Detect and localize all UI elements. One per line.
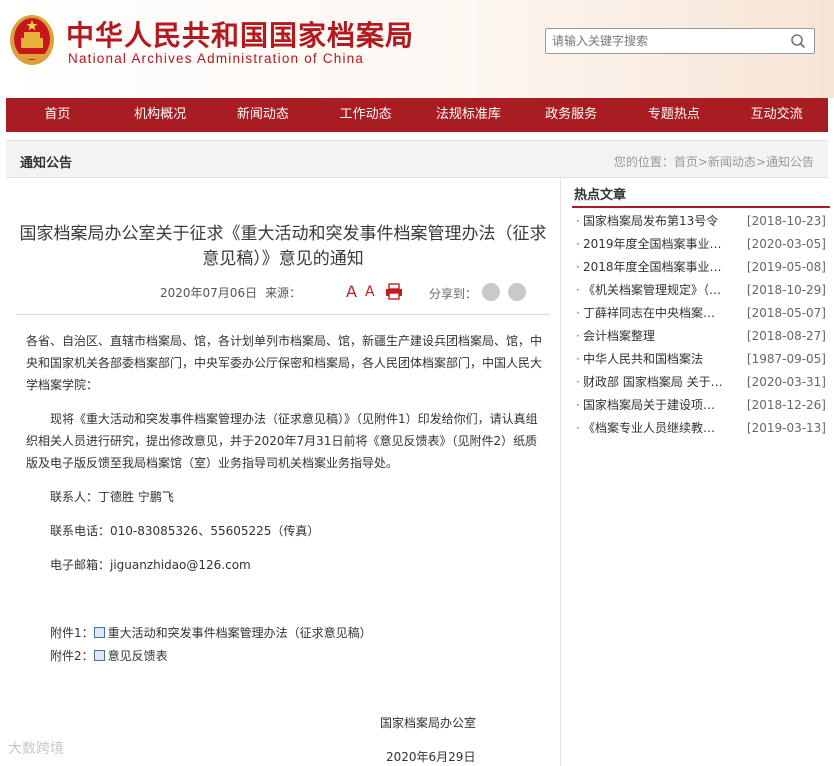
document-icon — [93, 650, 105, 661]
list-item-title[interactable]: 《机关档案管理规定》（国家 — [583, 279, 725, 302]
font-decrease-button[interactable]: A — [365, 284, 375, 300]
list-item-title[interactable]: 2018年度全国档案事业发展 — [583, 256, 725, 279]
weibo-share-icon[interactable] — [508, 283, 526, 301]
list-item-date: [2020-03-05] — [746, 237, 826, 251]
attachment-label: 附件1： — [50, 626, 94, 640]
breadcrumb-path: 您的位置：首页>新闻动态>通知公告 — [614, 153, 814, 170]
print-icon[interactable] — [385, 283, 403, 300]
list-item-date: [2019-05-08] — [746, 260, 826, 274]
bullet-icon: · — [576, 352, 580, 366]
article-paragraph: 现将《重大活动和突发事件档案管理办法（征求意见稿）》（见附件1）印发给你们，请认… — [26, 412, 538, 470]
sign-date: 2020年6月29日 — [386, 750, 476, 764]
bullet-icon: · — [576, 306, 580, 320]
list-item-title[interactable]: 财政部 国家档案局 关于规范 — [583, 371, 725, 394]
search-box — [545, 28, 815, 54]
list-item-title[interactable]: 《档案专业人员继续教育规定》 — [583, 417, 725, 440]
article-divider — [16, 314, 550, 315]
bullet-icon: · — [576, 283, 580, 297]
nav-item-news[interactable]: 新闻动态 — [212, 98, 315, 132]
breadcrumb-separator: > — [755, 155, 766, 169]
list-item-title[interactable]: 国家档案局关于建设项目档案 — [583, 394, 725, 417]
site-title-cn: 中华人民共和国国家档案局 — [66, 19, 415, 52]
nav-item-work[interactable]: 工作动态 — [314, 98, 417, 132]
attachment-2: 附件2： 意见反馈表 — [50, 647, 168, 664]
list-item-date: [2018-10-23] — [746, 214, 826, 228]
article-body: 各省、自治区、直辖市档案局、馆，各计划单列市档案局、馆，新疆生产建设兵团档案局、… — [26, 330, 546, 576]
breadcrumb-link-home[interactable]: 首页 — [674, 155, 698, 169]
article-source-label: 来源： — [265, 286, 302, 300]
article-meta: 2020年07月06日 来源： — [160, 284, 301, 301]
bullet-icon: · — [576, 421, 580, 435]
nav-item-regulations[interactable]: 法规标准库 — [417, 98, 520, 132]
site-header: 中华人民共和国国家档案局 National Archives Administr… — [0, 0, 834, 98]
nav-item-interaction[interactable]: 互动交流 — [725, 98, 828, 132]
breadcrumb-link-notice[interactable]: 通知公告 — [766, 155, 814, 169]
list-item-date: [2018-12-26] — [746, 398, 826, 412]
signature: 国家档案局办公室 — [380, 716, 477, 730]
list-item-date: [2020-03-31] — [746, 375, 826, 389]
article-tools: A A — [346, 282, 403, 301]
bullet-icon: · — [576, 260, 580, 274]
breadcrumb-separator: > — [697, 155, 708, 169]
site-title-en: National Archives Administration of Chin… — [68, 51, 365, 66]
article-title: 国家档案局办公室关于征求《重大活动和突发事件档案管理办法（征求意见稿）》意见的通… — [19, 224, 547, 269]
wechat-share-icon[interactable] — [482, 283, 500, 301]
list-item[interactable]: ·《档案专业人员继续教育规定》 [2019-03-13] — [574, 417, 830, 440]
search-input[interactable] — [552, 32, 784, 50]
attachment-label: 附件2： — [50, 649, 94, 663]
section-title: 通知公告 — [20, 156, 73, 171]
nav-item-topics[interactable]: 专题热点 — [623, 98, 726, 132]
hot-articles-list: · 国家档案局发布第13号令 [2018-10-23] · 2019年度全国档案事业发… — [574, 210, 830, 440]
sidebar-underline — [572, 206, 830, 208]
bullet-icon: · — [576, 375, 580, 389]
article: 国家档案局办公室关于征求《重大活动和突发事件档案管理办法（征求意见稿）》意见的通… — [16, 186, 550, 766]
bullet-icon: · — [576, 398, 580, 412]
contact-phone: 联系电话：010-83085326、55605225（传真） — [50, 524, 320, 538]
list-item-date: [1987-09-05] — [746, 352, 826, 366]
list-item[interactable]: · 丁薛祥同志在中央档案馆调研 [2018-05-07] — [574, 302, 830, 325]
font-increase-button[interactable]: A — [346, 282, 357, 301]
contact-person: 联系人：丁德胜 宁鹏飞 — [50, 490, 174, 504]
list-item[interactable]: · 国家档案局发布第13号令 [2018-10-23] — [574, 210, 830, 233]
column-divider — [560, 178, 561, 766]
national-emblem-icon — [10, 15, 54, 65]
bullet-icon: · — [576, 214, 580, 228]
article-date: 2020年07月06日 — [160, 286, 258, 300]
list-item[interactable]: · 中华人民共和国档案法 [1987-09-05] — [574, 348, 830, 371]
search-icon[interactable] — [790, 33, 806, 49]
nav-item-home[interactable]: 首页 — [6, 98, 109, 132]
list-item-title[interactable]: 会计档案整理 — [583, 325, 725, 348]
list-item-title[interactable]: 国家档案局发布第13号令 — [583, 210, 725, 233]
list-item[interactable]: · 财政部 国家档案局 关于规范 [2020-03-31] — [574, 371, 830, 394]
list-item[interactable]: · 国家档案局关于建设项目档案 [2018-12-26] — [574, 394, 830, 417]
list-item-date: [2018-08-27] — [746, 329, 826, 343]
list-item[interactable]: · 《机关档案管理规定》（国家 [2018-10-29] — [574, 279, 830, 302]
bullet-icon: · — [576, 237, 580, 251]
attachment-link[interactable]: 意见反馈表 — [108, 649, 168, 663]
article-addressee: 各省、自治区、直辖市档案局、馆，各计划单列市档案局、馆，新疆生产建设兵团档案局、… — [26, 334, 543, 392]
breadcrumb: 通知公告 您的位置：首页>新闻动态>通知公告 — [6, 140, 828, 178]
list-item[interactable]: · 2019年度全国档案事业发展 [2020-03-05] — [574, 233, 830, 256]
attachment-link[interactable]: 重大活动和突发事件档案管理办法（征求意见稿） — [108, 626, 372, 640]
list-item-date: [2018-05-07] — [746, 306, 826, 320]
main-nav: 首页 机构概况 新闻动态 工作动态 法规标准库 政务服务 专题热点 互动交流 — [6, 98, 828, 132]
attachment-1: 附件1： 重大活动和突发事件档案管理办法（征求意见稿） — [50, 624, 372, 641]
share-label: 分享到： — [429, 287, 478, 301]
contact-email: 电子邮箱：jiguanzhidao@126.com — [50, 558, 251, 572]
breadcrumb-label: 您的位置： — [613, 155, 674, 169]
nav-item-services[interactable]: 政务服务 — [520, 98, 623, 132]
list-item[interactable]: · 2018年度全国档案事业发展 [2019-05-08] — [574, 256, 830, 279]
bullet-icon: · — [576, 329, 580, 343]
breadcrumb-link-news[interactable]: 新闻动态 — [708, 155, 756, 169]
list-item-title[interactable]: 中华人民共和国档案法 — [583, 348, 725, 371]
document-icon — [93, 627, 105, 638]
list-item-date: [2019-03-13] — [746, 421, 826, 435]
list-item-date: [2018-10-29] — [746, 283, 826, 297]
list-item[interactable]: · 会计档案整理 [2018-08-27] — [574, 325, 830, 348]
list-item-title[interactable]: 2019年度全国档案事业发展 — [583, 233, 725, 256]
watermark: 大数跨境 — [8, 741, 64, 757]
sidebar-title: 热点文章 — [574, 188, 627, 203]
list-item-title[interactable]: 丁薛祥同志在中央档案馆调研 — [583, 302, 725, 325]
nav-item-about[interactable]: 机构概况 — [109, 98, 212, 132]
